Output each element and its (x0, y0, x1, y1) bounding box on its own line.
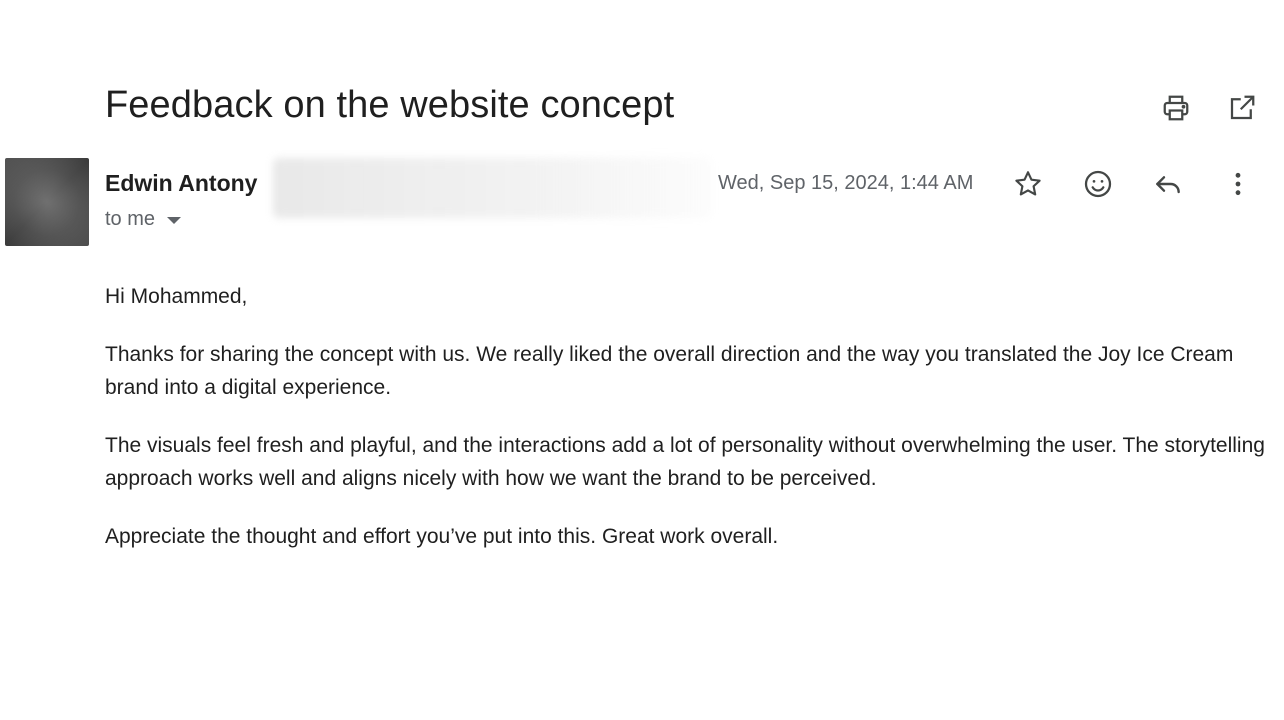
email-subject: Feedback on the website concept (105, 84, 675, 126)
caret-down-icon[interactable] (167, 217, 182, 224)
more-vert-icon[interactable] (1222, 168, 1254, 200)
email-paragraph: The visuals feel fresh and playful, and … (105, 434, 1265, 490)
print-icon[interactable] (1160, 92, 1192, 124)
message-actions (1012, 168, 1254, 200)
star-icon[interactable] (1012, 168, 1044, 200)
email-date: Wed, Sep 15, 2024, 1:44 AM (718, 172, 974, 194)
reply-icon[interactable] (1152, 168, 1184, 200)
email-body: Hi Mohammed, Thanks for sharing the conc… (105, 280, 1270, 578)
recipient-label: to me (105, 208, 156, 230)
email-view: Feedback on the website concept Edwin An… (0, 0, 1284, 720)
email-greeting: Hi Mohammed, (105, 285, 248, 308)
recipient-details-toggle[interactable]: to me (105, 208, 182, 231)
sender-name[interactable]: Edwin Antony (105, 170, 257, 197)
sender-avatar[interactable] (5, 158, 89, 246)
open-in-new-window-icon[interactable] (1226, 92, 1258, 124)
email-paragraph: Appreciate the thought and effort you’ve… (105, 525, 779, 548)
email-paragraph: Thanks for sharing the concept with us. … (105, 343, 1234, 399)
thread-actions (1160, 92, 1258, 124)
sender-email-redacted (273, 158, 711, 218)
emoji-reaction-icon[interactable] (1082, 168, 1114, 200)
